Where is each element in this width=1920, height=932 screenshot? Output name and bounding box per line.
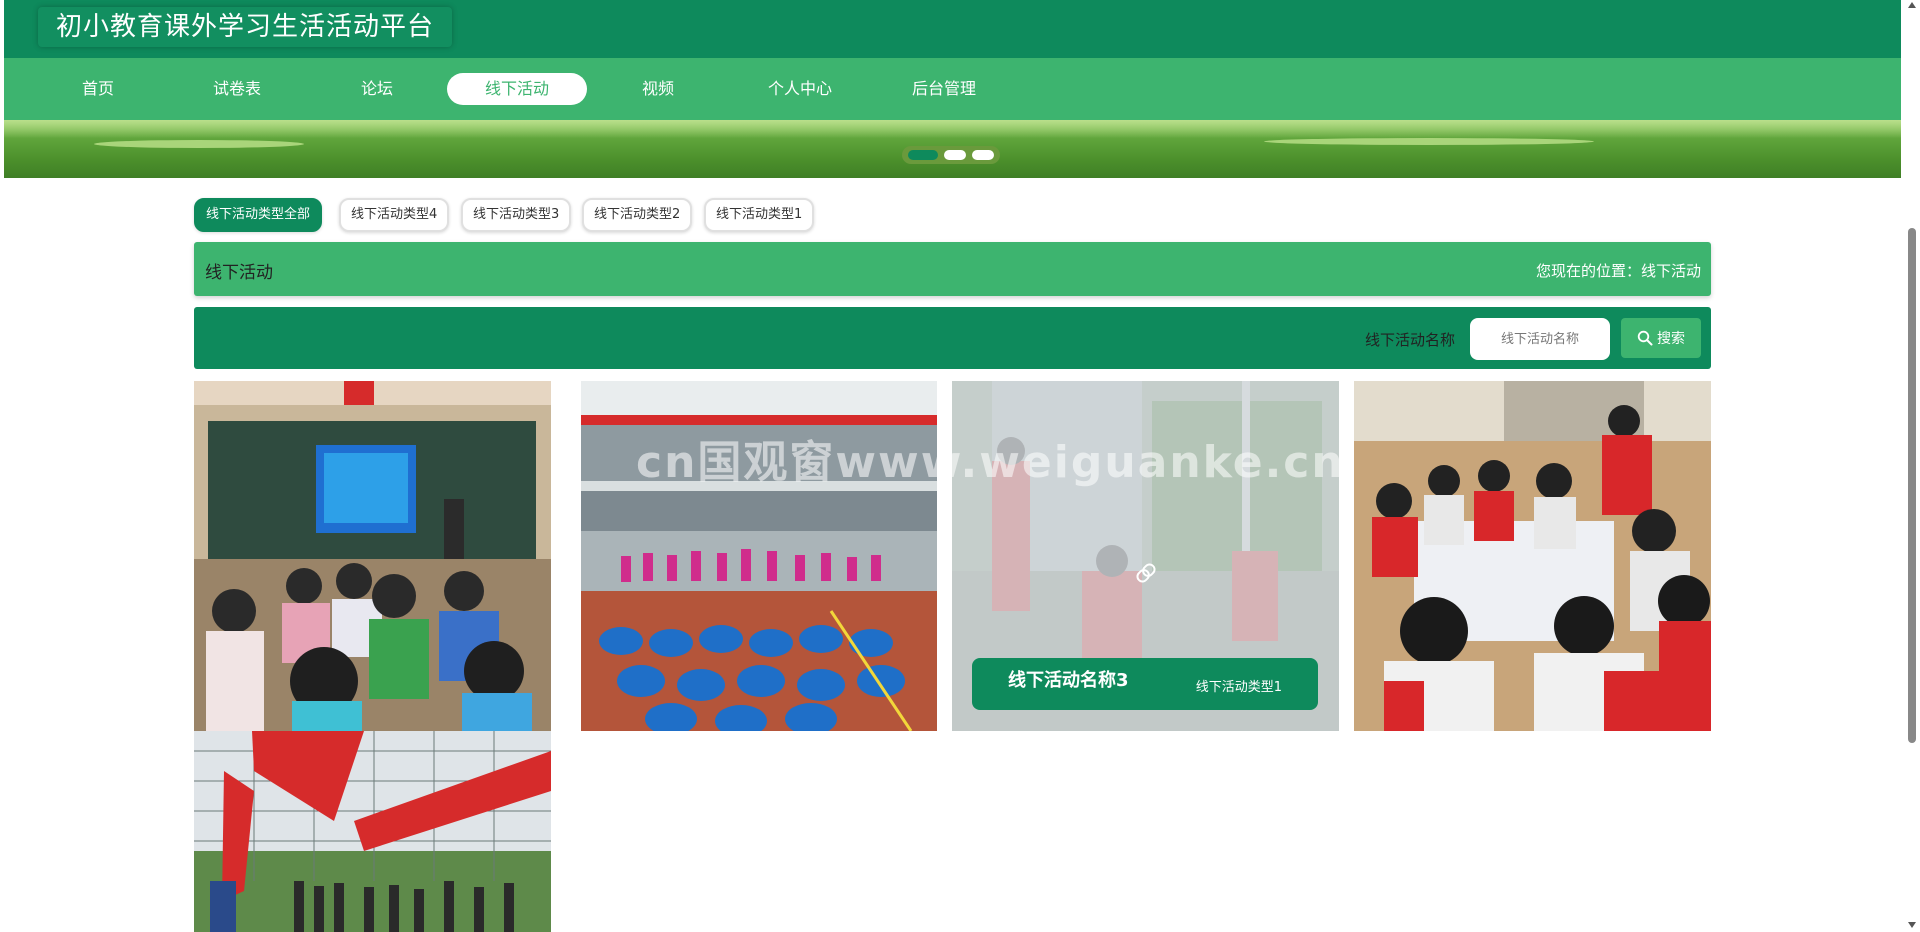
category-tab-type2[interactable]: 线下活动类型2 [582,198,693,232]
search-button-label: 搜索 [1657,330,1685,346]
activity-card-hovered[interactable]: 线下活动名称3 线下活动类型1 [952,381,1339,731]
section-title: 线下活动 [205,263,273,283]
page-root: 初小教育课外学习生活活动平台 首页 试卷表 论坛 线下活动 视频 个人中心 后台… [0,0,1920,932]
nav-item-videos[interactable]: 视频 [588,73,728,105]
category-tab-type1[interactable]: 线下活动类型1 [704,198,815,232]
activity-card[interactable] [581,381,937,731]
nav-item-forum[interactable]: 论坛 [307,73,447,105]
category-tab-all[interactable]: 线下活动类型全部 [194,198,323,232]
activity-card[interactable] [194,731,551,932]
activity-info-bar[interactable]: 线下活动名称3 线下活动类型1 [972,658,1318,710]
carousel-dot-1[interactable] [908,150,938,160]
search-bar: 线下活动名称 搜索 [194,307,1711,369]
category-tab-type4[interactable]: 线下活动类型4 [339,198,450,232]
section-header: 线下活动 您现在的位置：线下活动 [194,242,1711,296]
nav-item-personal-center[interactable]: 个人中心 [730,73,870,105]
carousel-dot-3[interactable] [972,150,994,160]
activity-type: 线下活动类型1 [1195,680,1282,695]
nav-item-admin[interactable]: 后台管理 [874,73,1014,105]
vertical-scrollbar-thumb[interactable] [1908,228,1916,743]
activity-name: 线下活动名称3 [1008,670,1129,691]
search-button[interactable]: 搜索 [1621,318,1701,358]
site-title[interactable]: 初小教育课外学习生活活动平台 [38,7,453,47]
nav-item-offline-activities[interactable]: 线下活动 [447,73,587,105]
activity-image-flag-ceremony [194,731,551,932]
main-nav: 首页 试卷表 论坛 线下活动 视频 个人中心 后台管理 [4,58,1901,120]
activity-card[interactable] [1354,381,1711,731]
scroll-up-arrow[interactable] [1908,2,1916,8]
category-tab-type3[interactable]: 线下活动类型3 [461,198,572,232]
top-header: 初小教育课外学习生活活动平台 [4,0,1901,58]
carousel-dot-2[interactable] [944,150,966,160]
activity-image-gym-dance [581,381,937,731]
activity-card[interactable] [194,381,551,731]
activity-image-group-drawing [1354,381,1711,731]
nav-item-exam-papers[interactable]: 试卷表 [167,73,307,105]
nav-item-home[interactable]: 首页 [28,73,168,105]
scroll-down-arrow[interactable] [1908,922,1916,928]
carousel-indicators [902,146,1000,164]
search-input[interactable] [1470,318,1610,360]
activity-image-classroom [194,381,551,731]
breadcrumb: 您现在的位置：线下活动 [1535,262,1701,280]
search-label: 线下活动名称 [1365,331,1456,349]
search-icon [1637,330,1653,346]
